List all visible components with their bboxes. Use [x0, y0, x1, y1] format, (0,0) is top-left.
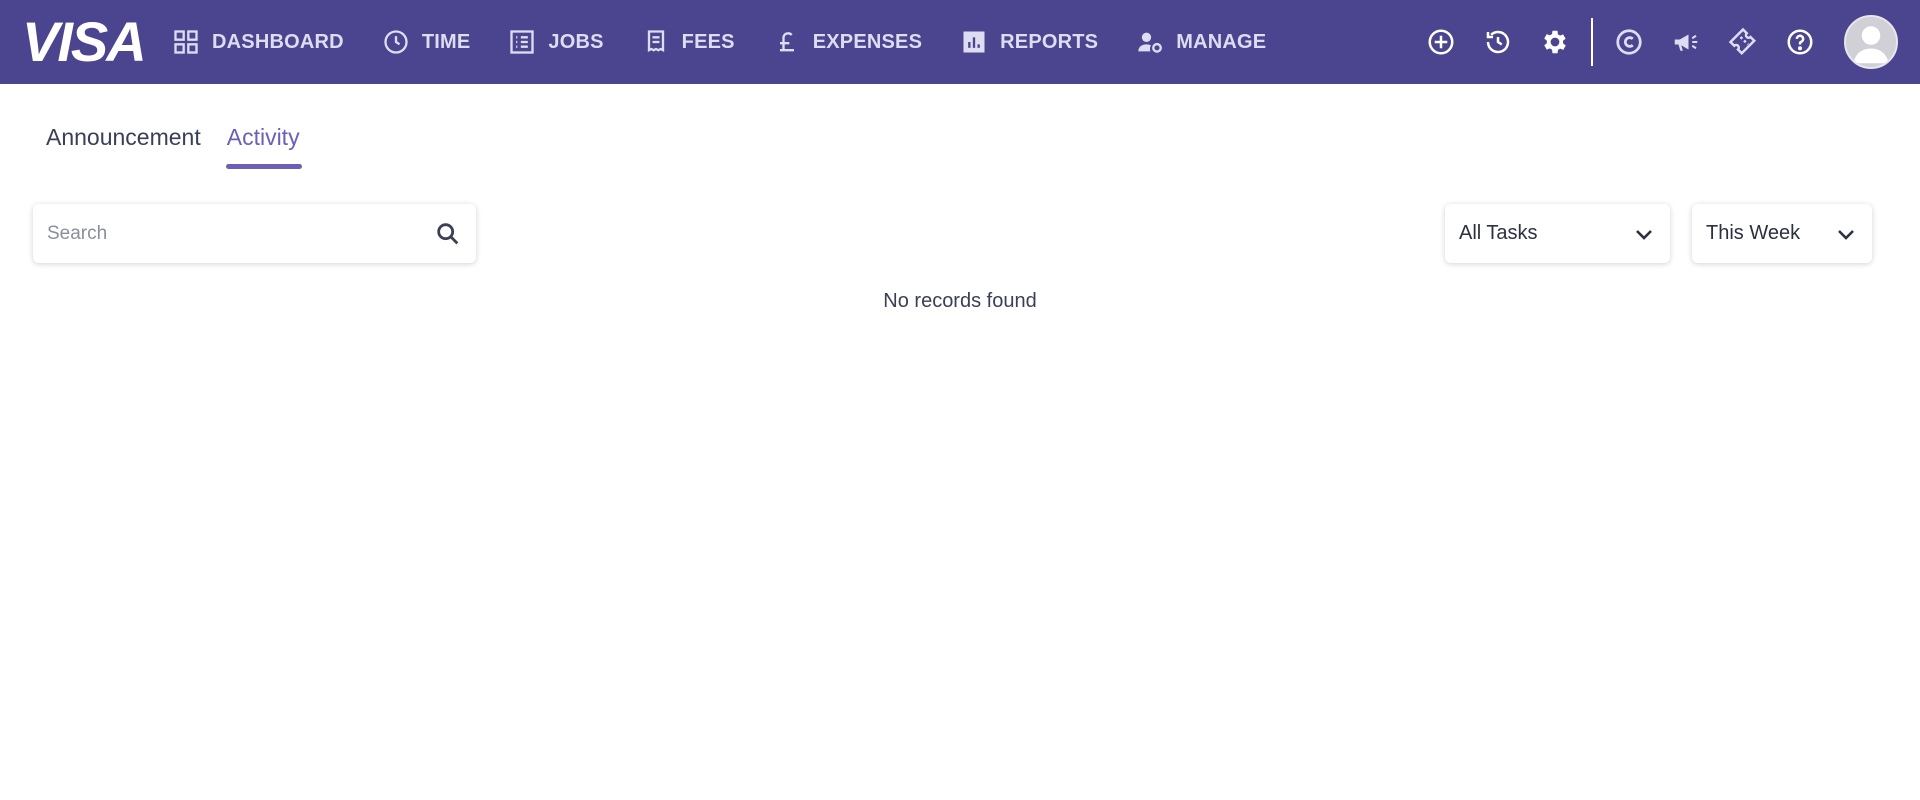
header-divider: [1591, 18, 1593, 66]
clock-icon: [382, 28, 410, 56]
megaphone-icon[interactable]: [1670, 26, 1702, 58]
header-actions: [1425, 0, 1920, 84]
history-icon[interactable]: [1482, 26, 1514, 58]
nav-time[interactable]: TIME: [382, 0, 471, 84]
nav-expenses-label: EXPENSES: [812, 30, 923, 53]
ticket-icon[interactable]: [1727, 26, 1759, 58]
nav-dashboard[interactable]: DASHBOARD: [172, 0, 344, 84]
c-logo-icon[interactable]: [1613, 26, 1645, 58]
search-icon[interactable]: [434, 220, 462, 248]
search-field: [33, 204, 476, 263]
add-circle-icon[interactable]: [1425, 26, 1457, 58]
search-input[interactable]: [47, 222, 434, 245]
user-gear-icon: [1136, 28, 1164, 56]
period-filter-dropdown[interactable]: This Week: [1692, 204, 1872, 263]
list-icon: [508, 28, 536, 56]
top-navigation-bar: VISA DASHBOARD TIME JOBS FEES EXPENSES R…: [0, 0, 1920, 84]
main-nav: DASHBOARD TIME JOBS FEES EXPENSES REPORT…: [172, 0, 1304, 84]
tab-activity[interactable]: Activity: [225, 124, 302, 169]
nav-reports-label: REPORTS: [1000, 30, 1099, 53]
nav-fees[interactable]: FEES: [642, 0, 735, 84]
chevron-down-icon: [1636, 229, 1652, 240]
nav-reports[interactable]: REPORTS: [960, 0, 1098, 84]
pound-icon: [773, 28, 801, 56]
nav-expenses[interactable]: EXPENSES: [773, 0, 922, 84]
help-icon[interactable]: [1784, 26, 1816, 58]
nav-dashboard-label: DASHBOARD: [212, 30, 344, 53]
chevron-down-icon: [1838, 229, 1854, 240]
nav-jobs-label: JOBS: [548, 30, 604, 53]
nav-fees-label: FEES: [681, 30, 735, 53]
visa-logo[interactable]: VISA: [22, 14, 147, 70]
period-filter-value: This Week: [1706, 222, 1801, 244]
task-filter-value: All Tasks: [1459, 222, 1538, 244]
tab-announcement[interactable]: Announcement: [46, 124, 201, 165]
nav-manage-label: MANAGE: [1176, 30, 1267, 53]
empty-state-message: No records found: [883, 290, 1037, 312]
nav-manage[interactable]: MANAGE: [1136, 0, 1266, 84]
receipt-icon: [642, 28, 670, 56]
avatar[interactable]: [1844, 15, 1898, 69]
tab-bar: Announcement Activity: [46, 124, 326, 169]
nav-time-label: TIME: [421, 30, 471, 53]
nav-jobs[interactable]: JOBS: [508, 0, 603, 84]
bar-chart-icon: [960, 28, 988, 56]
task-filter-dropdown[interactable]: All Tasks: [1445, 204, 1670, 263]
gear-icon[interactable]: [1539, 26, 1571, 58]
dashboard-grid-icon: [172, 28, 200, 56]
